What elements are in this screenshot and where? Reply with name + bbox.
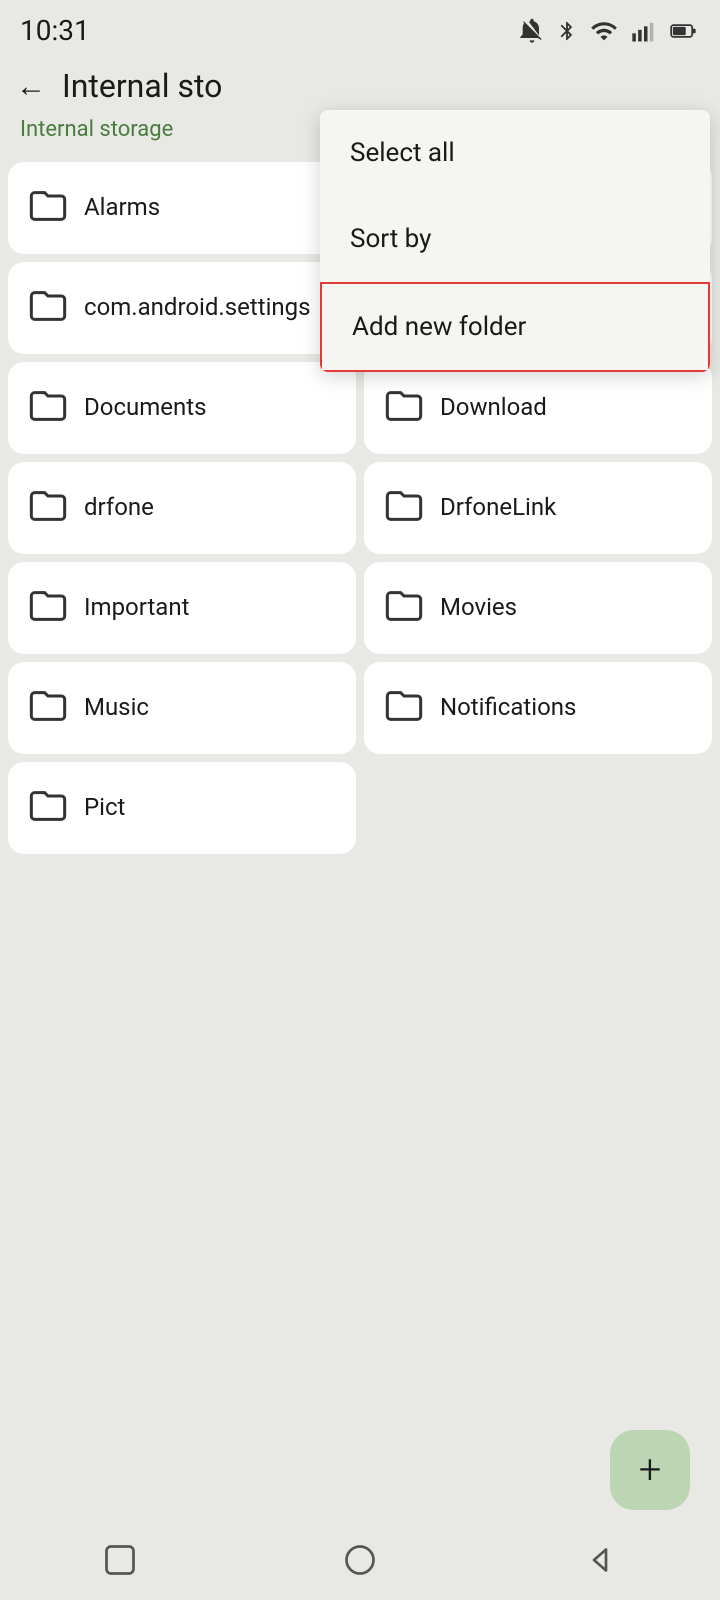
dropdown-overlay[interactable]: Select all Sort by Add new folder [0, 0, 720, 1600]
dropdown-item-select-all[interactable]: Select all [320, 110, 710, 196]
dropdown-item-add-new-folder[interactable]: Add new folder [320, 282, 710, 372]
dropdown-menu: Select all Sort by Add new folder [320, 110, 710, 372]
dropdown-item-sort-by[interactable]: Sort by [320, 196, 710, 282]
